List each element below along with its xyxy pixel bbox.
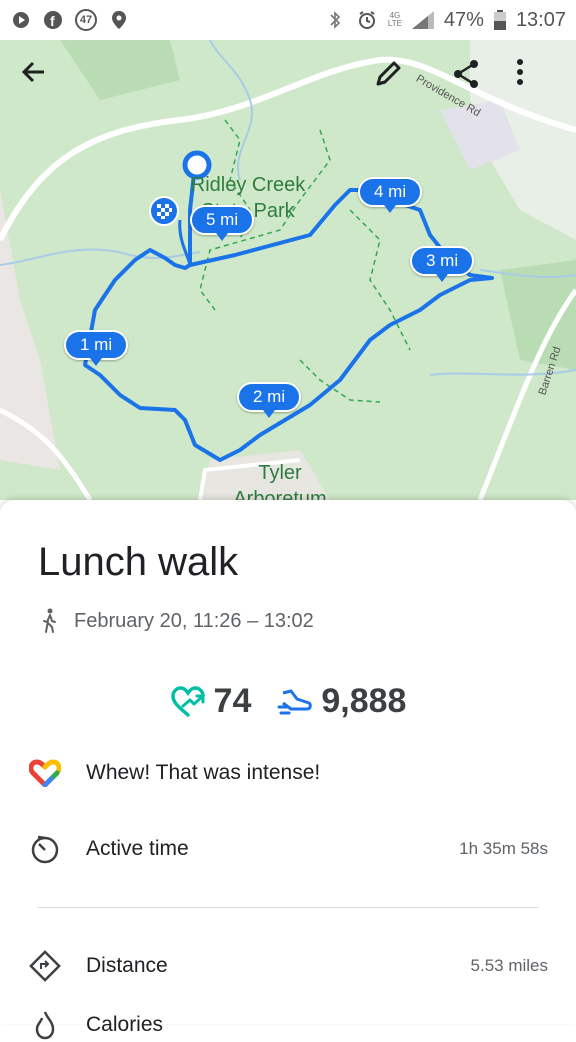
battery-icon: [493, 9, 506, 31]
active-time-row: Active time 1h 35m 58s: [28, 832, 548, 866]
section-divider: [38, 907, 538, 908]
heart-points-metric: 74: [170, 682, 252, 721]
motivation-message-row: Whew! That was intense!: [28, 756, 548, 790]
timer-icon: [28, 832, 62, 866]
active-time-value: 1h 35m 58s: [459, 839, 548, 858]
distance-value: 5.53 miles: [470, 956, 548, 975]
signal-icon: [411, 9, 434, 31]
svg-text:f: f: [50, 13, 55, 29]
walking-icon: [43, 608, 56, 633]
route-diamond-icon: [28, 949, 62, 983]
location-pin-icon: [108, 9, 130, 31]
map-canvas: [0, 40, 576, 500]
share-button[interactable]: [450, 58, 498, 106]
share-icon: [454, 60, 478, 88]
more-options-button[interactable]: [516, 58, 564, 106]
active-time-label: Active time: [86, 837, 189, 860]
lte-icon: 4G LTE: [387, 11, 402, 28]
mile-marker-3[interactable]: 3 mi: [410, 246, 475, 282]
calories-label: Calories: [86, 1013, 164, 1036]
clock: 13:07: [515, 8, 566, 31]
motivation-message: Whew! That was intense!: [86, 761, 321, 784]
edit-button[interactable]: [372, 58, 420, 106]
alarm-icon: [356, 9, 378, 31]
activity-subtitle: February 20, 11:26 – 13:02: [38, 608, 314, 634]
steps-icon: [277, 689, 313, 714]
distance-label: Distance: [86, 954, 168, 977]
battery-percent: 47%: [443, 8, 484, 31]
mile-marker-4[interactable]: 4 mi: [358, 177, 423, 213]
google-fit-heart-icon: [28, 756, 62, 790]
activity-date-time: February 20, 11:26 – 13:02: [74, 609, 314, 632]
activity-details-sheet[interactable]: Lunch walk February 20, 11:26 – 13:02 74…: [0, 500, 576, 1040]
notification-count-icon: 47: [74, 9, 98, 31]
arboretum-label: Tyler Arboretum: [233, 462, 327, 500]
play-circle-icon: [10, 9, 32, 31]
heart-points-value: 74: [213, 682, 252, 720]
back-arrow-icon: [21, 61, 44, 83]
heart-points-icon: [170, 685, 205, 717]
notification-count: 47: [79, 14, 93, 26]
mile-marker-1[interactable]: 1 mi: [64, 330, 129, 366]
activity-title[interactable]: Lunch walk: [38, 540, 238, 585]
mile-marker-2[interactable]: 2 mi: [237, 382, 302, 418]
activity-metrics: 74 9,888: [0, 682, 576, 721]
steps-value: 9,888: [321, 682, 407, 720]
facebook-icon: f: [42, 9, 64, 31]
route-map[interactable]: Ridley Creek State Park Tyler Arboretum …: [0, 40, 576, 500]
more-vert-icon: [517, 59, 523, 85]
calories-row: Calories: [28, 1008, 548, 1042]
edit-pencil-icon: [376, 61, 401, 86]
back-button[interactable]: [20, 58, 68, 106]
distance-row: Distance 5.53 miles: [28, 949, 548, 983]
steps-metric: 9,888: [277, 682, 406, 721]
bluetooth-icon: [324, 9, 346, 31]
status-bar: f 47 4G LTE 47% 13:07: [0, 0, 576, 40]
flame-icon: [28, 1008, 62, 1042]
finish-flag-icon: [149, 196, 179, 226]
mile-marker-5[interactable]: 5 mi: [190, 205, 255, 241]
